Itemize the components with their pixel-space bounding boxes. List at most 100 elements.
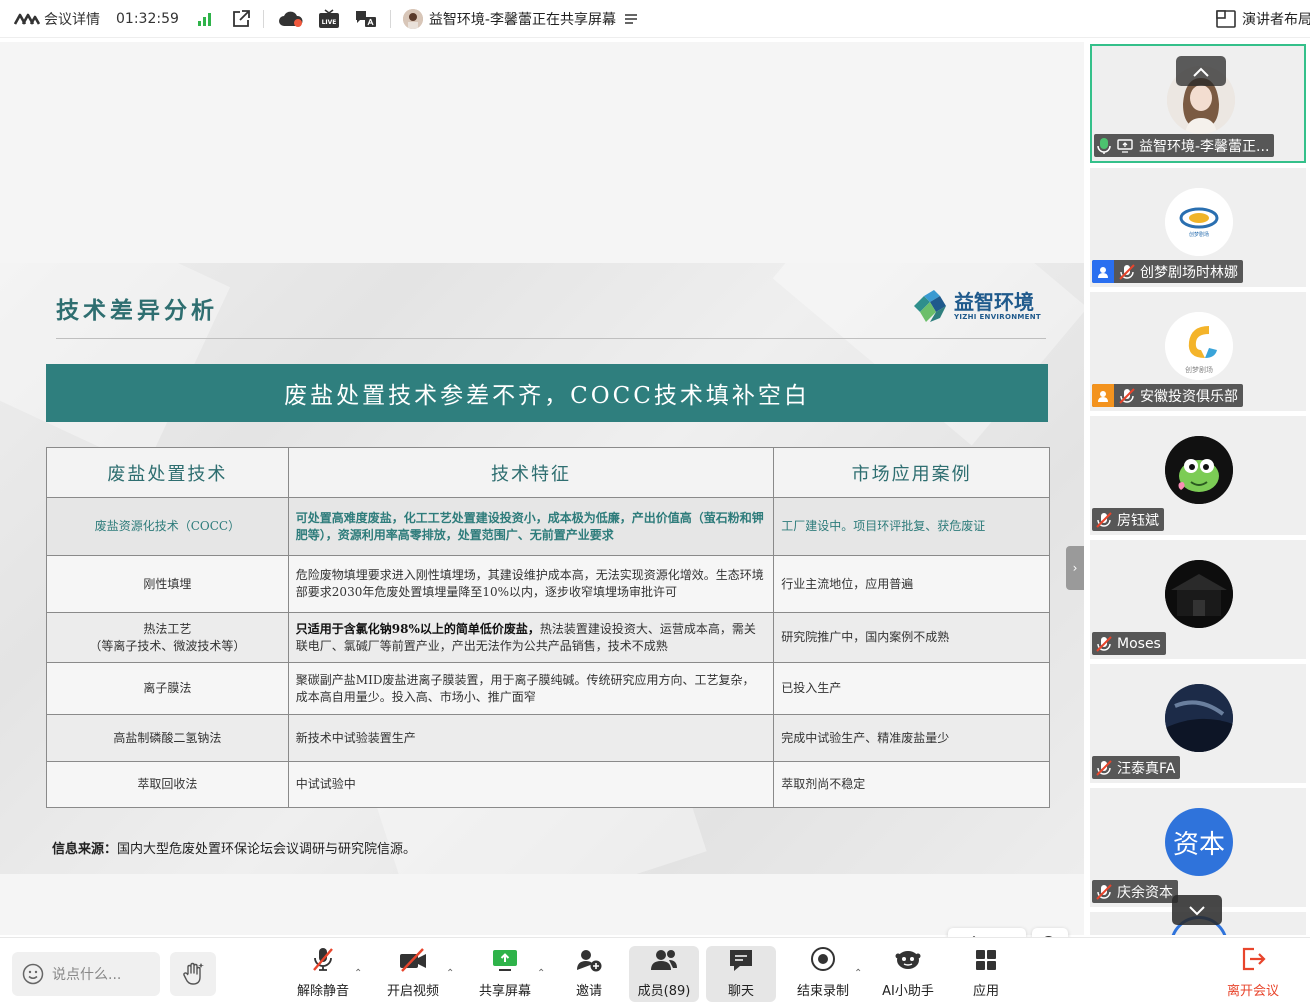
video-off-icon bbox=[399, 948, 427, 976]
end-recording-button[interactable]: 结束录制 bbox=[788, 946, 858, 1002]
start-video-label: 开启视频 bbox=[386, 984, 439, 999]
svg-text:LIVE: LIVE bbox=[321, 19, 336, 26]
chevron-up-icon[interactable]: ⌃ bbox=[537, 968, 545, 979]
avatar-caption: 创梦剧场 bbox=[1185, 365, 1213, 374]
table-header-row: 废盐处置技术 技术特征 市场应用案例 bbox=[46, 447, 1050, 498]
feature-cell: 聚碳副产盐MID废盐进离子膜装置，用于离子膜纯碱。传统研究应用方向、工艺复杂，成… bbox=[287, 662, 775, 715]
market-cell: 萃取剂尚不稳定 bbox=[773, 761, 1050, 808]
unmute-button[interactable]: 解除静音 bbox=[288, 946, 358, 1002]
market-cell: 工厂建设中。项目环评批复、获危废证 bbox=[773, 497, 1050, 556]
scroll-down-button[interactable] bbox=[1172, 895, 1222, 925]
mic-active-icon bbox=[1097, 137, 1111, 155]
tech-cell: 热法工艺 （等离子技术、微波技术等） bbox=[46, 612, 289, 663]
avatar: 资本 bbox=[1165, 808, 1233, 876]
avatar: 创梦剧场 bbox=[1165, 312, 1233, 380]
market-cell: 完成中试验生产、精准废盐量少 bbox=[773, 714, 1050, 762]
feature-cell: 危险废物填埋要求进入刚性填埋场，其建设维护成本高，无法实现资源化增效。生态环境部… bbox=[287, 555, 775, 613]
avatar bbox=[1165, 684, 1233, 752]
participant-tile[interactable]: 资本 庆余资本 bbox=[1090, 788, 1306, 907]
collapse-strip-button[interactable]: › bbox=[1066, 546, 1084, 590]
participant-tile[interactable]: 汪泰真FA bbox=[1090, 664, 1306, 783]
chat-button[interactable]: 聊天 bbox=[706, 946, 776, 1002]
signal-icon[interactable] bbox=[197, 12, 213, 26]
source-label: 信息来源： bbox=[52, 842, 118, 857]
participant-tile[interactable]: 创梦剧场 创梦剧场时林娜 bbox=[1090, 168, 1306, 287]
members-label: 成员(89) bbox=[637, 984, 691, 999]
logo-english-name: YIZHI ENVIRONMENT bbox=[954, 313, 1041, 321]
participant-tile[interactable]: Moses bbox=[1090, 540, 1306, 659]
live-icon[interactable]: LIVE bbox=[318, 8, 340, 29]
raise-hand-icon bbox=[182, 962, 204, 986]
avatar bbox=[1165, 436, 1233, 504]
table-row: 萃取回收法 中试试验中 萃取剂尚不稳定 bbox=[46, 761, 1050, 808]
leave-icon bbox=[1240, 946, 1266, 976]
share-screen-icon bbox=[491, 948, 519, 976]
title-divider bbox=[56, 338, 1046, 339]
presenter-layout-button[interactable]: 演讲者布局 bbox=[1216, 9, 1310, 29]
invite-button[interactable]: 邀请 bbox=[554, 946, 624, 1002]
popout-icon[interactable] bbox=[231, 9, 251, 29]
tech-cell: 离子膜法 bbox=[46, 662, 289, 715]
record-icon bbox=[810, 946, 836, 976]
tech-cell: 萃取回收法 bbox=[46, 761, 289, 808]
table-row: 热法工艺 （等离子技术、微波技术等） 只适用于含氯化钠98%以上的简单低价废盐，… bbox=[46, 612, 1050, 663]
meeting-logo-icon bbox=[14, 12, 40, 26]
mic-muted-icon bbox=[1095, 759, 1113, 777]
logo-name: 益智环境 bbox=[954, 290, 1034, 314]
participant-name: 汪泰真FA bbox=[1117, 760, 1176, 777]
bottom-toolbar: 说点什么... 解除静音 ⌃ 开启视频 ⌃ 共享屏幕 ⌃ 邀请 成员(89) 聊… bbox=[0, 937, 1310, 1007]
participant-tile[interactable]: 房钰斌 bbox=[1090, 416, 1306, 535]
feature-emphasis: 只适用于含氯化钠98%以上的简单低价废盐， bbox=[295, 621, 540, 636]
cloud-record-icon[interactable] bbox=[278, 10, 304, 28]
meeting-details-button[interactable]: 会议详情 bbox=[14, 9, 100, 29]
participant-strip: 益智环境-李馨蕾正... 创梦剧场 创梦剧场时林娜 创梦剧场 安徽投资俱乐部 房… bbox=[1088, 42, 1310, 935]
slide-banner: 废盐处置技术参差不齐，COCC技术填补空白 bbox=[46, 364, 1048, 422]
participant-name: 安徽投资俱乐部 bbox=[1140, 388, 1238, 405]
feature-cell: 新技术中试验装置生产 bbox=[287, 714, 775, 762]
sharer-avatar bbox=[402, 8, 423, 29]
slide-title: 技术差异分析 bbox=[56, 297, 218, 324]
members-button[interactable]: 成员(89) bbox=[629, 946, 699, 1002]
ai-assistant-label: AI小助手 bbox=[882, 984, 934, 999]
participant-name: 庆余资本 bbox=[1117, 884, 1173, 901]
sharing-status: 益智环境-李馨蕾正在共享屏幕 bbox=[428, 11, 616, 28]
screen-share-icon bbox=[1117, 138, 1133, 153]
participant-name-tag: 庆余资本 bbox=[1092, 880, 1178, 903]
table-row: 刚性填埋 危险废物填埋要求进入刚性填埋场，其建设维护成本高，无法实现资源化增效。… bbox=[46, 555, 1050, 613]
source-note: 信息来源：国内大型危废处置环保论坛会议调研与研究院信源。 bbox=[52, 838, 416, 857]
start-video-button[interactable]: 开启视频 bbox=[378, 946, 448, 1002]
participant-tile[interactable]: 创梦剧场 安徽投资俱乐部 bbox=[1090, 292, 1306, 411]
meeting-details-label: 会议详情 bbox=[44, 11, 100, 28]
avatar: 创梦剧场 bbox=[1165, 188, 1233, 256]
list-menu-icon[interactable] bbox=[624, 13, 638, 25]
tech-name: 热法工艺 bbox=[143, 621, 192, 636]
participant-name: 房钰斌 bbox=[1117, 512, 1159, 529]
apps-button[interactable]: 应用 bbox=[951, 946, 1021, 1002]
apps-grid-icon bbox=[974, 948, 998, 976]
ai-assistant-button[interactable]: AI小助手 bbox=[873, 946, 943, 1002]
quick-chat-input[interactable]: 说点什么... bbox=[12, 952, 160, 996]
table-row: 废盐资源化技术（COCC） 可处置高难度废盐，化工工艺处置建设投资小，成本极为低… bbox=[46, 497, 1050, 556]
source-text: 国内大型危废处置环保论坛会议调研与研究院信源。 bbox=[117, 842, 417, 857]
translate-icon[interactable] bbox=[354, 8, 378, 30]
svg-text:创梦剧场: 创梦剧场 bbox=[1189, 231, 1209, 238]
leave-meeting-button[interactable]: 离开会议 bbox=[1218, 946, 1288, 1002]
participant-tile[interactable]: 益智环境-李馨蕾正... bbox=[1090, 44, 1306, 163]
mic-muted-icon bbox=[1095, 635, 1113, 653]
column-header: 技术特征 bbox=[287, 447, 775, 498]
chevron-up-icon[interactable]: ⌃ bbox=[854, 968, 862, 979]
chevron-up-icon[interactable]: ⌃ bbox=[446, 968, 454, 979]
chat-placeholder: 说点什么... bbox=[52, 967, 122, 983]
top-bar: 会议详情 01:32:59 LIVE 益智环境-李馨蕾正在共享屏幕 演讲者布局 bbox=[0, 0, 1310, 38]
tech-cell: 废盐资源化技术（COCC） bbox=[46, 497, 289, 556]
layout-icon bbox=[1216, 10, 1236, 28]
presenter-layout-label: 演讲者布局 bbox=[1242, 12, 1310, 28]
emoji-icon[interactable] bbox=[22, 963, 44, 985]
column-header: 市场应用案例 bbox=[773, 447, 1050, 498]
participant-name-tag: Moses bbox=[1092, 632, 1166, 655]
scroll-up-button[interactable] bbox=[1176, 56, 1226, 86]
share-screen-button[interactable]: 共享屏幕 bbox=[470, 946, 540, 1002]
participant-name: 益智环境-李馨蕾正... bbox=[1139, 138, 1270, 155]
raise-hand-button[interactable] bbox=[170, 952, 216, 996]
chevron-up-icon[interactable]: ⌃ bbox=[354, 968, 362, 979]
